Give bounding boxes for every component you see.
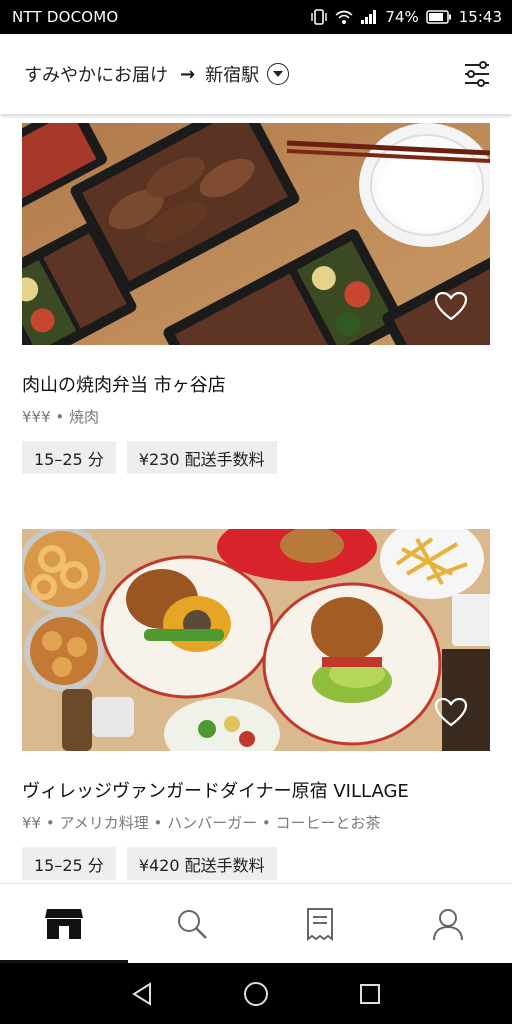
restaurant-name[interactable]: ヴィレッジヴァンガードダイナー原宿 VILLAGE	[22, 777, 490, 803]
carrier-name: NTT DOCOMO	[12, 8, 119, 26]
system-navigation-bar	[0, 963, 512, 1024]
restaurant-card[interactable]: 肉山の焼肉弁当 市ヶ谷店 ¥¥¥ • 焼肉 15–25 分 ¥230 配送手数料	[22, 123, 490, 474]
status-icons: 74% 15:43	[310, 8, 502, 26]
status-bar: NTT DOCOMO 74% 15:43	[0, 0, 512, 34]
restaurant-meta: ¥¥ • アメリカ料理 • ハンバーガー • コーヒーとお茶	[22, 814, 381, 832]
back-triangle-icon	[132, 981, 151, 1006]
location-dropdown-button[interactable]	[267, 63, 290, 85]
home-button[interactable]	[199, 981, 313, 1007]
burger-diner-image	[22, 529, 490, 751]
favorite-heart-icon[interactable]	[434, 291, 468, 321]
vibrate-icon	[311, 9, 328, 25]
nav-home[interactable]	[0, 884, 128, 963]
chevron-down-icon	[273, 70, 284, 77]
search-icon	[178, 909, 207, 939]
arrow-right-icon: →	[180, 63, 196, 85]
yakiniku-bento-image	[22, 123, 490, 345]
bottom-navigation	[0, 883, 512, 963]
recents-button[interactable]	[313, 983, 427, 1005]
battery-percent: 74%	[385, 8, 419, 26]
account-icon	[433, 908, 463, 940]
clock: 15:43	[458, 8, 502, 26]
recents-square-icon	[360, 983, 380, 1004]
delivery-time-tag: 15–25 分	[22, 441, 116, 474]
battery-icon	[426, 10, 451, 24]
nav-account[interactable]	[384, 884, 512, 963]
restaurant-tags: 15–25 分 ¥230 配送手数料	[22, 441, 490, 474]
restaurant-tags: 15–25 分 ¥420 配送手数料	[22, 847, 490, 880]
restaurant-card[interactable]: ヴィレッジヴァンガードダイナー原宿 VILLAGE ¥¥ • アメリカ料理 • …	[22, 529, 490, 880]
delivery-fee-tag: ¥420 配送手数料	[126, 847, 277, 880]
delivery-option-label[interactable]: すみやかにお届け	[24, 61, 168, 87]
filter-sliders-icon	[465, 61, 489, 87]
filter-button[interactable]	[462, 59, 492, 89]
orders-receipt-icon	[307, 907, 333, 941]
wifi-icon	[335, 10, 353, 24]
restaurant-name[interactable]: 肉山の焼肉弁当 市ヶ谷店	[22, 371, 490, 397]
restaurant-feed[interactable]: 肉山の焼肉弁当 市ヶ谷店 ¥¥¥ • 焼肉 15–25 分 ¥230 配送手数料	[0, 114, 512, 883]
nav-search[interactable]	[128, 884, 256, 963]
delivery-fee-tag: ¥230 配送手数料	[126, 441, 277, 474]
favorite-heart-icon[interactable]	[434, 697, 468, 727]
nav-orders[interactable]	[256, 884, 384, 963]
restaurant-meta: ¥¥¥ • 焼肉	[22, 408, 100, 426]
app-header: すみやかにお届け → 新宿駅	[0, 34, 512, 114]
signal-icon	[361, 10, 377, 24]
restaurant-photo[interactable]	[22, 529, 490, 751]
home-circle-icon	[244, 981, 268, 1006]
home-store-icon	[45, 908, 83, 939]
delivery-location[interactable]: 新宿駅	[205, 61, 259, 87]
delivery-time-tag: 15–25 分	[22, 847, 116, 880]
restaurant-photo[interactable]	[22, 123, 490, 345]
back-button[interactable]	[85, 981, 199, 1006]
